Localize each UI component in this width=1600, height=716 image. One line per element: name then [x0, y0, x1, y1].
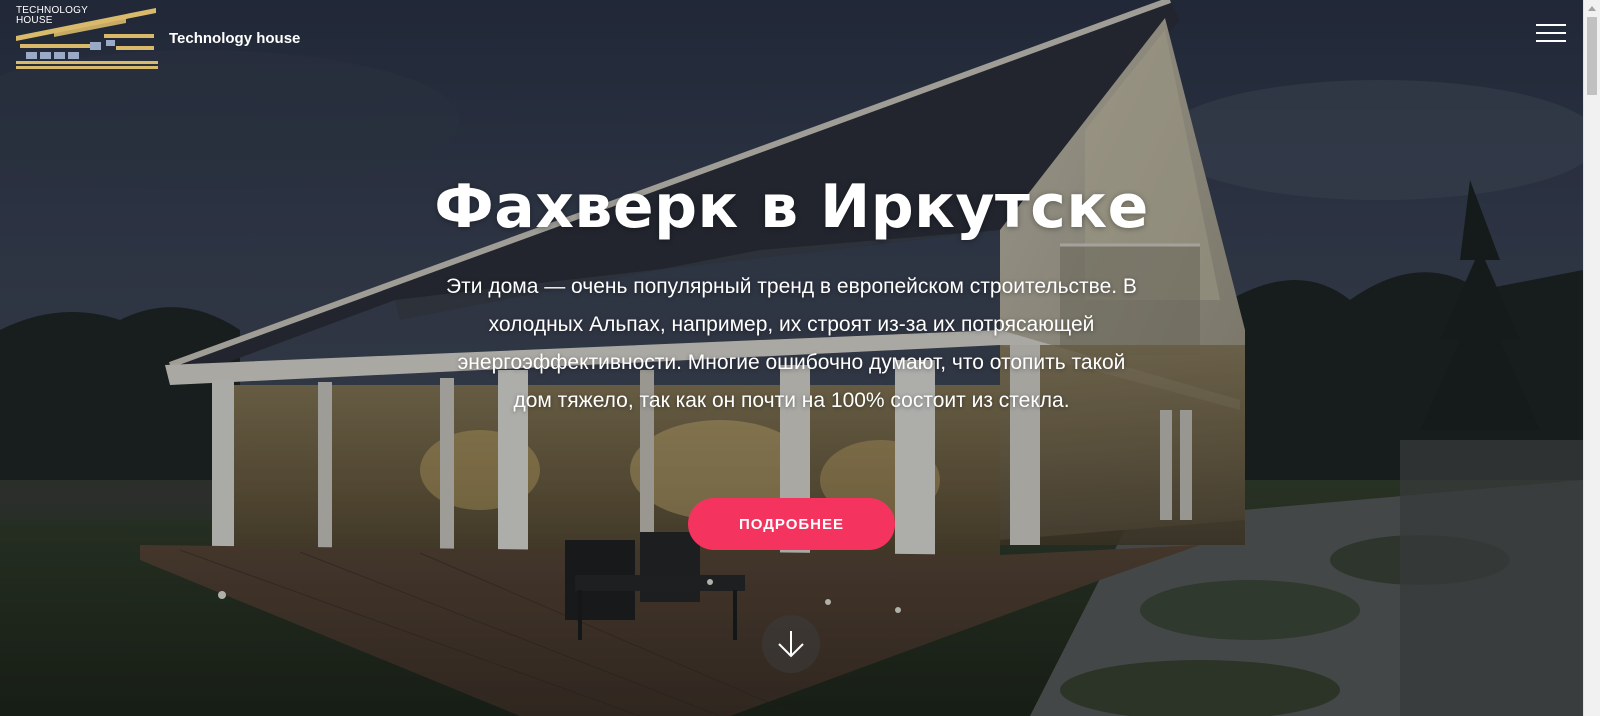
- more-details-button[interactable]: ПОДРОБНЕЕ: [688, 498, 895, 550]
- hamburger-line-bottom: [1536, 40, 1566, 42]
- hamburger-menu-icon[interactable]: [1536, 24, 1566, 44]
- house-logo-icon: [16, 8, 158, 69]
- page-scrollbar[interactable]: [1583, 0, 1600, 716]
- hamburger-line-middle: [1536, 32, 1566, 34]
- brand-name[interactable]: Technology house: [169, 29, 300, 49]
- hero-description: Эти дома — очень популярный тренд в евро…: [446, 275, 1137, 412]
- scroll-down-button[interactable]: [762, 615, 820, 673]
- scroll-up-arrow-icon[interactable]: [1584, 0, 1600, 16]
- arrow-down-icon: [778, 631, 804, 658]
- hero-title: Фахверк в Иркутске: [434, 172, 1149, 242]
- page-viewport: TECHNOLOGY HOUSE Technology house Фахвер…: [0, 0, 1600, 716]
- brand-logo[interactable]: TECHNOLOGY HOUSE: [16, 6, 158, 70]
- hamburger-line-top: [1536, 24, 1566, 26]
- scrollbar-thumb[interactable]: [1587, 17, 1597, 95]
